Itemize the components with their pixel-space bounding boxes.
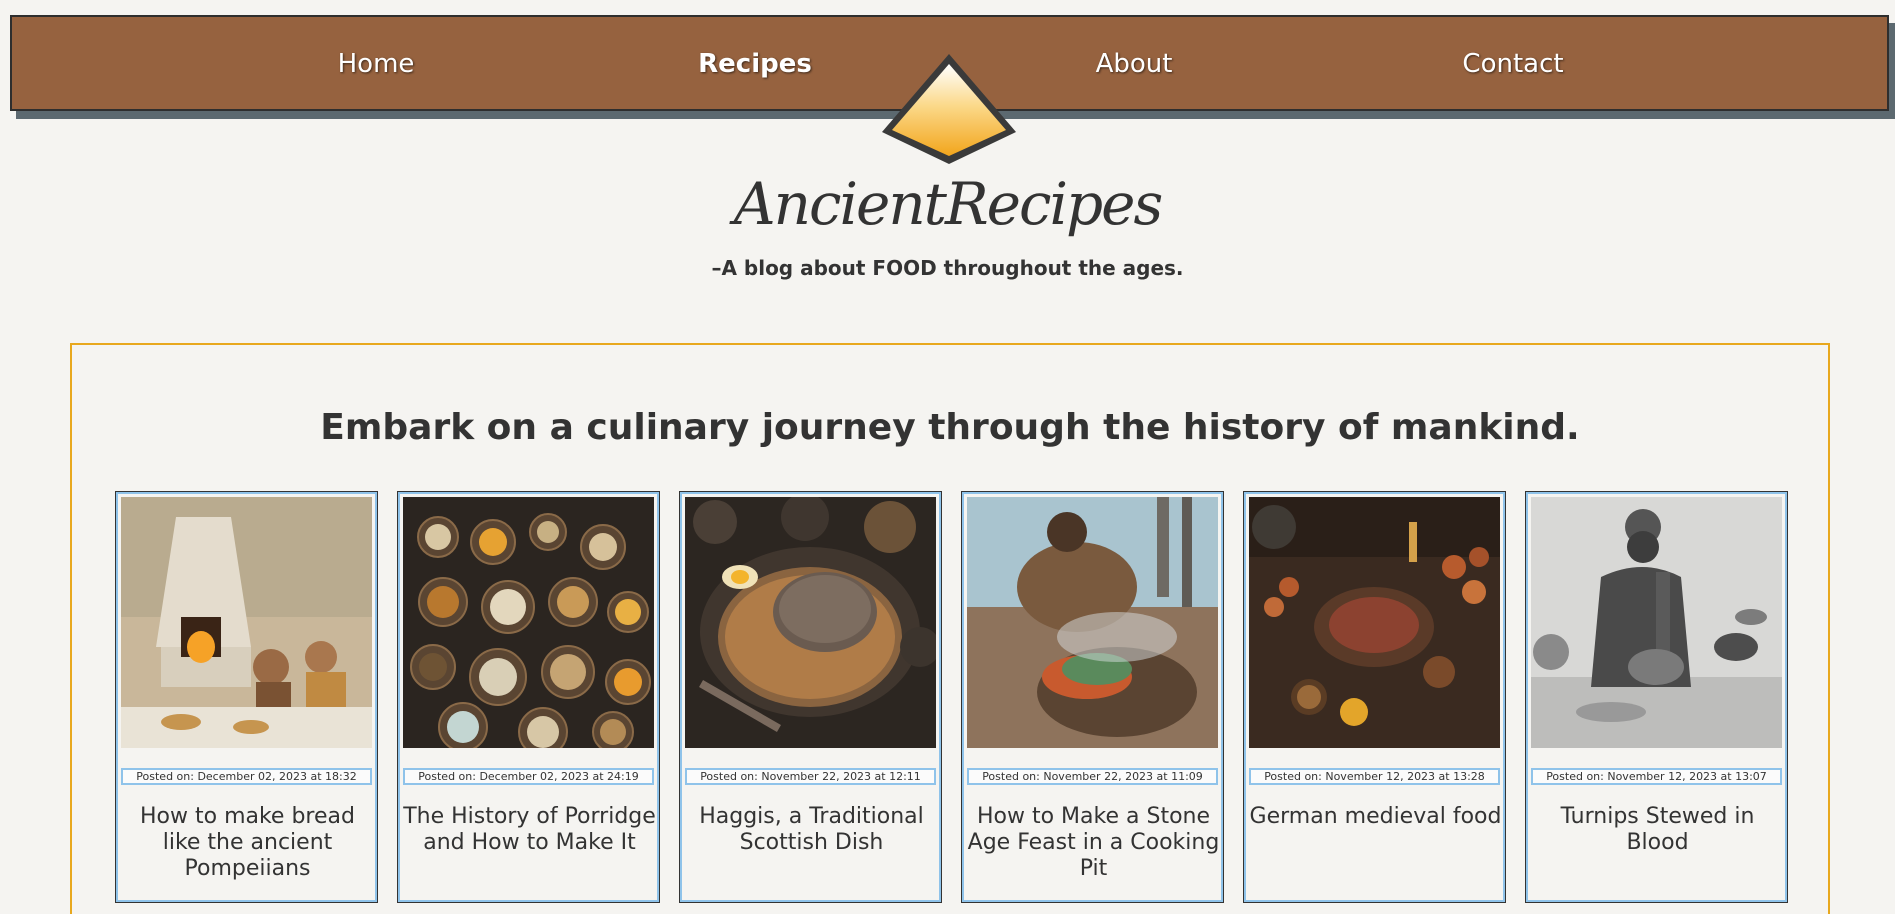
post-title[interactable]: The History of Porridge and How to Make … xyxy=(402,804,657,856)
nav-contact-link[interactable]: Contact xyxy=(1462,49,1563,79)
post-title[interactable]: Haggis, a Traditional Scottish Dish xyxy=(684,804,939,856)
site-tagline: –A blog about FOOD throughout the ages. xyxy=(711,256,1184,280)
post-card[interactable]: Posted on: November 12, 2023 at 13:28 Ge… xyxy=(1243,491,1506,903)
post-date: Posted on: November 22, 2023 at 12:11 xyxy=(685,768,936,785)
section-headline: Embark on a culinary journey through the… xyxy=(320,407,1580,448)
post-title[interactable]: How to make bread like the ancient Pompe… xyxy=(120,804,375,882)
nav-home-link[interactable]: Home xyxy=(338,49,415,79)
post-card[interactable]: Posted on: November 22, 2023 at 12:11 Ha… xyxy=(679,491,942,903)
posts-section: Embark on a culinary journey through the… xyxy=(70,343,1830,914)
post-title[interactable]: How to Make a Stone Age Feast in a Cooki… xyxy=(966,804,1221,882)
post-image[interactable] xyxy=(121,497,372,748)
nav-recipes-link[interactable]: Recipes xyxy=(698,49,812,79)
post-image[interactable] xyxy=(967,497,1218,748)
post-card[interactable]: Posted on: December 02, 2023 at 18:32 Ho… xyxy=(115,491,378,903)
post-date: Posted on: November 22, 2023 at 11:09 xyxy=(967,768,1218,785)
post-title[interactable]: Turnips Stewed in Blood xyxy=(1530,804,1785,856)
post-image[interactable] xyxy=(403,497,654,748)
nav-about-link[interactable]: About xyxy=(1096,49,1173,79)
post-date: Posted on: November 12, 2023 at 13:28 xyxy=(1249,768,1500,785)
post-image[interactable] xyxy=(685,497,936,748)
site-logo-text[interactable]: AncientRecipes xyxy=(0,170,1895,238)
post-card[interactable]: Posted on: December 02, 2023 at 24:19 Th… xyxy=(397,491,660,903)
post-date: Posted on: November 12, 2023 at 13:07 xyxy=(1531,768,1782,785)
post-date: Posted on: December 02, 2023 at 24:19 xyxy=(403,768,654,785)
logo-diamond-icon[interactable] xyxy=(876,50,1022,168)
post-image[interactable] xyxy=(1249,497,1500,748)
post-card[interactable]: Posted on: November 12, 2023 at 13:07 Tu… xyxy=(1525,491,1788,903)
post-date: Posted on: December 02, 2023 at 18:32 xyxy=(121,768,372,785)
post-image[interactable] xyxy=(1531,497,1782,748)
post-card[interactable]: Posted on: November 22, 2023 at 11:09 Ho… xyxy=(961,491,1224,903)
post-title[interactable]: German medieval food xyxy=(1248,804,1503,830)
